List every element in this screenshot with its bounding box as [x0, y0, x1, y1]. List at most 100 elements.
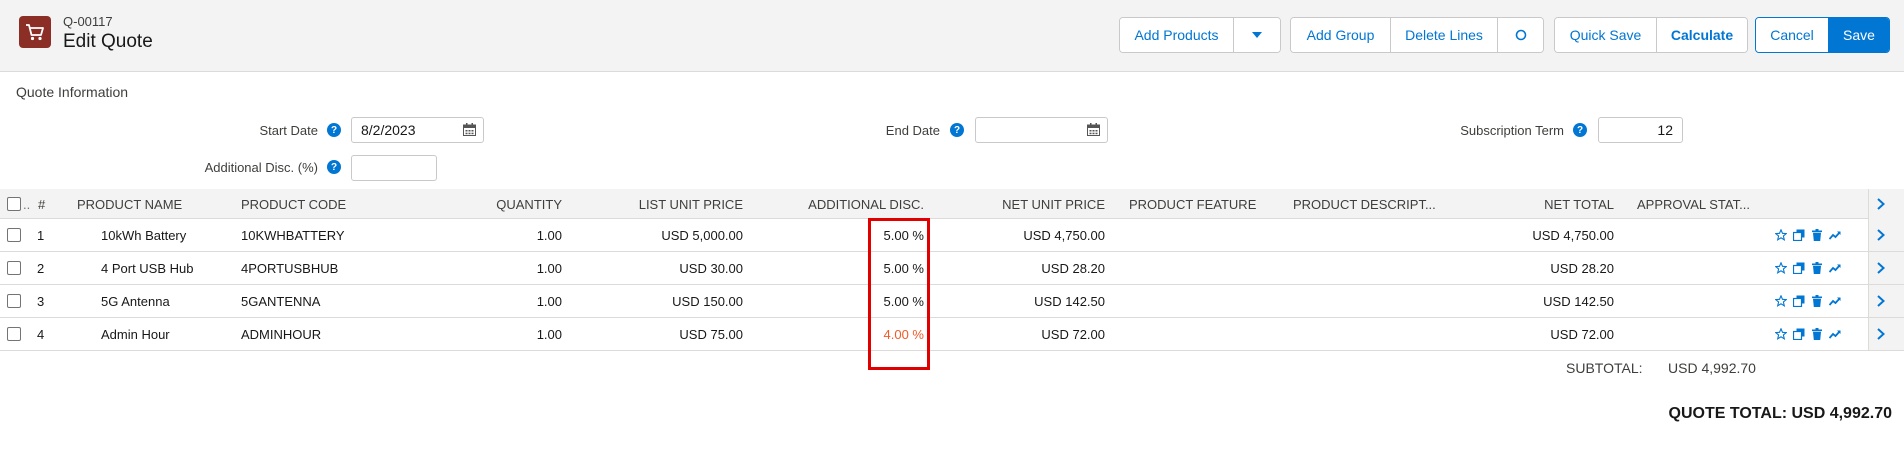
star-icon[interactable]	[1775, 262, 1787, 274]
page-header: Q-00117 Edit Quote Add Products Add Grou…	[0, 0, 1904, 72]
delete-lines-button[interactable]: Delete Lines	[1391, 18, 1498, 52]
cancel-button[interactable]: Cancel	[1756, 18, 1829, 52]
clone-icon[interactable]	[1793, 262, 1805, 274]
quantity-cell[interactable]: 1.00	[462, 294, 562, 309]
delete-icon[interactable]	[1811, 328, 1823, 340]
trend-icon[interactable]	[1829, 295, 1841, 307]
column-header-net-total[interactable]: NET TOTAL	[1480, 197, 1614, 212]
start-date-field[interactable]: 8/2/2023	[351, 117, 484, 143]
table-row: 3 5G Antenna 5GANTENNA 1.00 USD 150.00 5…	[0, 285, 1904, 318]
row-number: 2	[37, 261, 45, 276]
add-group-button[interactable]: Add Group	[1291, 18, 1391, 52]
net-unit-price-cell: USD 142.50	[1034, 294, 1105, 309]
quantity-cell[interactable]: 1.00	[462, 261, 562, 276]
delete-icon[interactable]	[1811, 295, 1823, 307]
table-row: 1 10kWh Battery 10KWHBATTERY 1.00 USD 5,…	[0, 219, 1904, 252]
chevron-down-icon	[1252, 32, 1262, 38]
product-code-cell: 5GANTENNA	[241, 294, 321, 309]
product-name-cell[interactable]: 10kWh Battery	[101, 228, 186, 243]
table-row: 4 Admin Hour ADMINHOUR 1.00 USD 75.00 4.…	[0, 318, 1904, 351]
cancel-save-group: Cancel Save	[1755, 17, 1890, 53]
clone-icon[interactable]	[1793, 295, 1805, 307]
chevron-right-icon[interactable]	[1875, 262, 1887, 274]
product-code-cell: 10KWHBATTERY	[241, 228, 345, 243]
highlight-box	[868, 218, 930, 370]
subtotal-label: SUBTOTAL:	[1566, 360, 1643, 376]
table-header: .. # PRODUCT NAME PRODUCT CODE QUANTITY …	[0, 189, 1904, 219]
calculate-button[interactable]: Calculate	[1657, 18, 1747, 52]
product-name-cell[interactable]: 4 Port USB Hub	[101, 261, 194, 276]
additional-disc-field[interactable]	[351, 155, 437, 181]
column-header-select: ..	[23, 197, 31, 212]
add-products-dropdown-button[interactable]	[1234, 18, 1280, 52]
chevron-right-icon[interactable]	[1875, 198, 1887, 210]
add-products-group: Add Products	[1119, 17, 1281, 53]
reorder-button[interactable]	[1498, 18, 1543, 52]
start-date-value: 8/2/2023	[361, 122, 416, 138]
subscription-term-field[interactable]: 12	[1598, 117, 1683, 143]
delete-icon[interactable]	[1811, 229, 1823, 241]
product-code-cell: 4PORTUSBHUB	[241, 261, 339, 276]
column-header-product-description[interactable]: PRODUCT DESCRIPT...	[1293, 197, 1436, 212]
table-row: 2 4 Port USB Hub 4PORTUSBHUB 1.00 USD 30…	[0, 252, 1904, 285]
product-name-cell[interactable]: 5G Antenna	[101, 294, 170, 309]
list-unit-price-cell: USD 150.00	[672, 294, 743, 309]
star-icon[interactable]	[1775, 328, 1787, 340]
column-header-approval-status[interactable]: APPROVAL STAT...	[1637, 197, 1750, 212]
circle-icon	[1515, 29, 1526, 41]
net-total-cell: USD 72.00	[1550, 327, 1614, 342]
row-checkbox[interactable]	[7, 294, 21, 308]
row-number: 1	[37, 228, 45, 243]
help-icon[interactable]: ?	[1573, 123, 1587, 137]
end-date-field[interactable]	[975, 117, 1108, 143]
chevron-right-icon[interactable]	[1875, 328, 1887, 340]
row-number: 3	[37, 294, 45, 309]
chevron-right-icon[interactable]	[1875, 295, 1887, 307]
product-name-cell[interactable]: Admin Hour	[101, 327, 170, 342]
column-header-quantity[interactable]: QUANTITY	[462, 197, 562, 212]
net-total-cell: USD 28.20	[1550, 261, 1614, 276]
net-unit-price-cell: USD 28.20	[1041, 261, 1105, 276]
clone-icon[interactable]	[1793, 328, 1805, 340]
end-date-label: End Date	[885, 123, 940, 138]
column-header-product-name[interactable]: PRODUCT NAME	[77, 197, 182, 212]
quantity-cell[interactable]: 1.00	[462, 228, 562, 243]
add-products-button[interactable]: Add Products	[1120, 18, 1234, 52]
save-button[interactable]: Save	[1829, 18, 1889, 52]
trend-icon[interactable]	[1829, 262, 1841, 274]
line-actions-group: Add Group Delete Lines	[1290, 17, 1544, 53]
row-checkbox[interactable]	[7, 327, 21, 341]
product-code-cell: ADMINHOUR	[241, 327, 322, 342]
subscription-term-value: 12	[1657, 122, 1673, 138]
chevron-right-icon[interactable]	[1875, 229, 1887, 241]
section-title: Quote Information	[16, 84, 129, 100]
calendar-icon[interactable]	[1087, 123, 1100, 136]
column-header-product-code[interactable]: PRODUCT CODE	[241, 197, 346, 212]
trend-icon[interactable]	[1829, 229, 1841, 241]
column-header-list-unit-price[interactable]: LIST UNIT PRICE	[613, 197, 743, 212]
quote-number: Q-00117	[63, 14, 113, 29]
net-unit-price-cell: USD 72.00	[1041, 327, 1105, 342]
cart-app-icon	[19, 16, 51, 48]
quick-save-button[interactable]: Quick Save	[1555, 18, 1657, 52]
clone-icon[interactable]	[1793, 229, 1805, 241]
star-icon[interactable]	[1775, 229, 1787, 241]
column-header-product-feature[interactable]: PRODUCT FEATURE	[1129, 197, 1256, 212]
additional-disc-label: Additional Disc. (%)	[204, 160, 318, 175]
row-checkbox[interactable]	[7, 261, 21, 275]
trend-icon[interactable]	[1829, 328, 1841, 340]
select-all-checkbox[interactable]	[7, 197, 21, 211]
help-icon[interactable]: ?	[950, 123, 964, 137]
subscription-term-label: Subscription Term	[1460, 123, 1564, 138]
column-header-net-unit-price[interactable]: NET UNIT PRICE	[955, 197, 1105, 212]
delete-icon[interactable]	[1811, 262, 1823, 274]
star-icon[interactable]	[1775, 295, 1787, 307]
net-total-cell: USD 4,750.00	[1532, 228, 1614, 243]
row-checkbox[interactable]	[7, 228, 21, 242]
calendar-icon[interactable]	[463, 123, 476, 136]
quantity-cell[interactable]: 1.00	[462, 327, 562, 342]
subtotal-value: USD 4,992.70	[1668, 360, 1756, 376]
help-icon[interactable]: ?	[327, 160, 341, 174]
column-header-additional-disc[interactable]: ADDITIONAL DISC.	[770, 197, 924, 212]
help-icon[interactable]: ?	[327, 123, 341, 137]
